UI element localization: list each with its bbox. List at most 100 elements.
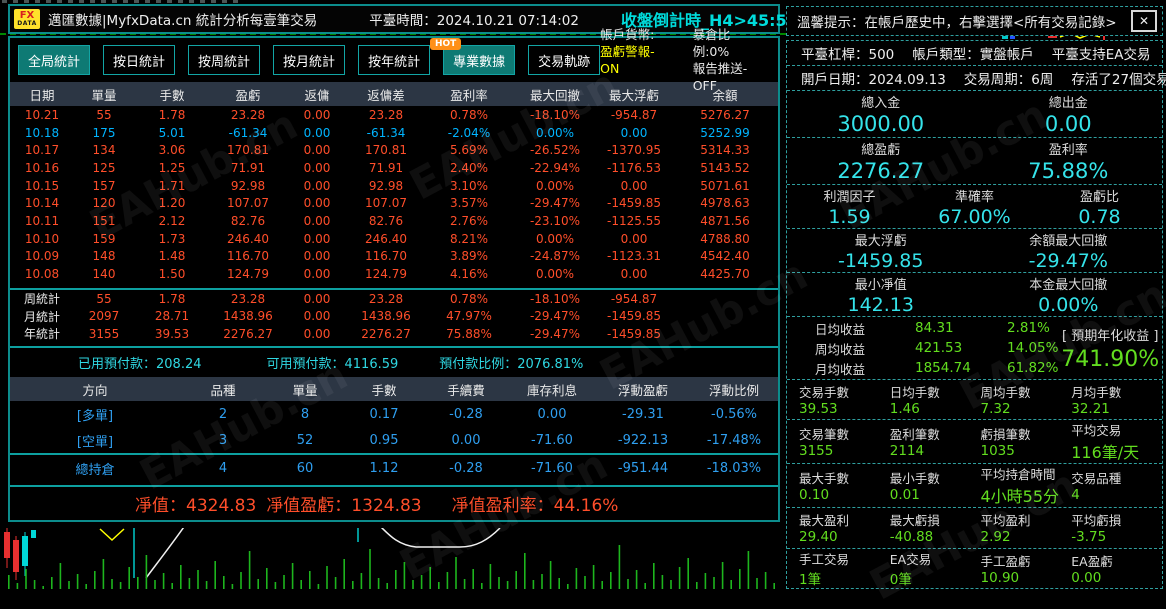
weekly-return-row: 周均收益 421.53 14.05% — [787, 339, 1058, 358]
table-row[interactable]: 10.111512.1282.760.0082.762.76%-23.10%-1… — [10, 212, 778, 230]
table-row[interactable]: 10.091481.48116.700.00116.703.89%-24.87%… — [10, 248, 778, 266]
table-cell: -61.34 — [210, 126, 286, 140]
close-button[interactable]: ✕ — [1131, 10, 1157, 32]
table-cell: 52 — [266, 433, 344, 448]
table-cell: 0.00 — [286, 214, 348, 228]
summary-row[interactable]: 月統計209728.711438.960.001438.9647.97%-29.… — [10, 307, 778, 325]
stat-cell: 總盈虧2276.27 — [787, 139, 975, 183]
position-row[interactable]: [多單]280.17-0.280.00-29.31-0.56% — [10, 401, 778, 427]
table-row[interactable]: 10.161251.2571.910.0071.912.40%-22.94%-1… — [10, 159, 778, 177]
table-row[interactable]: 10.101591.73246.400.00246.408.21%0.00%0.… — [10, 230, 778, 248]
volume-bar — [128, 567, 130, 589]
stat-grid-row: 交易手數39.53日均手數1.46周均手數7.32月均手數32.21 — [787, 380, 1162, 420]
table-row[interactable]: 10.141201.20107.070.00107.073.57%-29.47%… — [10, 194, 778, 212]
table-cell: -922.13 — [596, 433, 690, 448]
position-row[interactable]: [空單]3520.950.00-71.60-922.13-17.48% — [10, 427, 778, 453]
table-row[interactable]: 10.171343.06170.810.00170.815.69%-26.52%… — [10, 141, 778, 159]
volume-bar — [378, 578, 380, 589]
table-cell: 23.28 — [210, 108, 286, 122]
table-cell: 107.07 — [348, 196, 424, 210]
summary-rows: 周統計551.7823.280.0023.280.78%-18.10%-954.… — [10, 290, 778, 343]
table-cell: 10.21 — [10, 108, 74, 122]
volume-bar — [515, 571, 517, 589]
table-cell: 175 — [74, 126, 134, 140]
stat-value: 421.53 — [915, 340, 1007, 356]
volume-bar — [773, 583, 775, 589]
table-row[interactable]: 10.081401.50124.790.00124.794.16%0.00%0.… — [10, 265, 778, 283]
column-header: 浮動比例 — [690, 380, 778, 399]
volume-bar — [447, 572, 449, 589]
tab-button[interactable]: 按月統計 — [273, 45, 345, 75]
summary-row[interactable]: 年統計315539.532276.270.002276.2775.88%-29.… — [10, 325, 778, 343]
table-cell: 92.98 — [210, 179, 286, 193]
stat-cell: EA盈虧0.00 — [1071, 549, 1162, 588]
stat-value: 116筆/天 — [1071, 439, 1162, 463]
stat-row: 總入金3000.00總出金0.00 — [787, 91, 1162, 138]
table-cell: 1.50 — [134, 267, 210, 281]
stat-label: 手工交易 — [799, 549, 890, 568]
table-cell: 0.00 — [286, 309, 348, 323]
table-cell: 0.00 — [286, 232, 348, 246]
column-header: 手數 — [344, 380, 424, 399]
table-row[interactable]: 10.181755.01-61.340.00-61.34-2.04%0.00%0… — [10, 124, 778, 142]
stat-cell: 周均手數7.32 — [981, 382, 1072, 417]
table-cell: 5071.61 — [672, 179, 778, 193]
tab-button[interactable]: 按日統計 — [103, 45, 175, 75]
table-cell: 0.00 — [596, 267, 672, 281]
table-cell: 0.78% — [424, 108, 514, 122]
stat-cell: 月均手數32.21 — [1071, 382, 1162, 417]
table-row[interactable]: 10.151571.7192.980.0092.983.10%0.00%0.00… — [10, 177, 778, 195]
table-cell: 23.28 — [348, 292, 424, 306]
tab-button[interactable]: 交易軌跡 — [528, 45, 600, 75]
table-cell: 3.89% — [424, 249, 514, 263]
table-cell: -23.10% — [514, 214, 596, 228]
stat-value: 2114 — [890, 443, 981, 459]
table-cell: -24.87% — [514, 249, 596, 263]
position-total-row: 總持倉4601.12-0.28-71.60-951.44-18.03% — [10, 455, 778, 481]
stat-cell: 平均虧損-3.75 — [1071, 510, 1162, 545]
tab-button[interactable]: 全局統計 — [18, 45, 90, 75]
table-cell: 1438.96 — [348, 309, 424, 323]
summary-row[interactable]: 周統計551.7823.280.0023.280.78%-18.10%-954.… — [10, 290, 778, 308]
table-cell: 1.78 — [134, 292, 210, 306]
table-cell: 年統計 — [10, 325, 74, 342]
alarm-status[interactable]: 盈虧警報-ON — [600, 43, 669, 77]
stat-label: 盈虧比 — [1037, 186, 1162, 205]
stat-label: 平均盈利 — [981, 510, 1072, 529]
table-cell: 0.00 — [286, 249, 348, 263]
table-cell: -1459.85 — [596, 309, 672, 323]
report-push-status[interactable]: 報告推送-OFF — [693, 60, 766, 94]
stat-grid-row: 最大手數0.10最小手數0.01平均持倉時間4小時55分交易品種4 — [787, 464, 1162, 508]
platform-leverage: 平臺杠桿：500 — [801, 43, 894, 63]
table-cell: 23.28 — [210, 292, 286, 306]
column-header: 單量 — [74, 85, 134, 104]
volume-bar — [146, 555, 148, 589]
table-cell: 10.09 — [10, 249, 74, 263]
table-cell: 10.15 — [10, 179, 74, 193]
table-cell: -0.56% — [690, 407, 778, 422]
stat-cell: 最大盈利29.40 — [799, 510, 890, 545]
stat-value: 67.00% — [912, 206, 1037, 228]
table-cell: 0.00 — [286, 267, 348, 281]
stat-value: 0筆 — [890, 568, 981, 588]
stat-cell: 利潤因子1.59 — [787, 186, 912, 228]
account-info-line-1: 平臺杠桿：500 帳戶類型：實盤帳戶 平臺支持EA交易 — [787, 41, 1162, 66]
stat-cell: 平均盈利2.92 — [981, 510, 1072, 545]
stat-label: 平均交易 — [1071, 420, 1162, 439]
trade-period: 交易周期：6周 — [964, 68, 1054, 88]
column-header: 方向 — [10, 380, 180, 399]
table-cell: 8 — [266, 407, 344, 422]
volume-bar — [524, 553, 526, 589]
table-cell: 0.00% — [514, 126, 596, 140]
stat-value: 10.90 — [981, 570, 1072, 586]
table-cell: 0.00% — [514, 267, 596, 281]
table-row[interactable]: 10.21551.7823.280.0023.280.78%-18.10%-95… — [10, 106, 778, 124]
tab-button[interactable]: 按周統計 — [188, 45, 260, 75]
volume-bar — [163, 573, 165, 589]
table-cell: 月統計 — [10, 308, 74, 325]
tab-button[interactable]: 按年統計 — [358, 45, 430, 75]
volume-bar — [171, 583, 173, 589]
stat-label: 總盈虧 — [787, 139, 975, 158]
volume-bar — [644, 583, 646, 589]
table-cell: 120 — [74, 196, 134, 210]
